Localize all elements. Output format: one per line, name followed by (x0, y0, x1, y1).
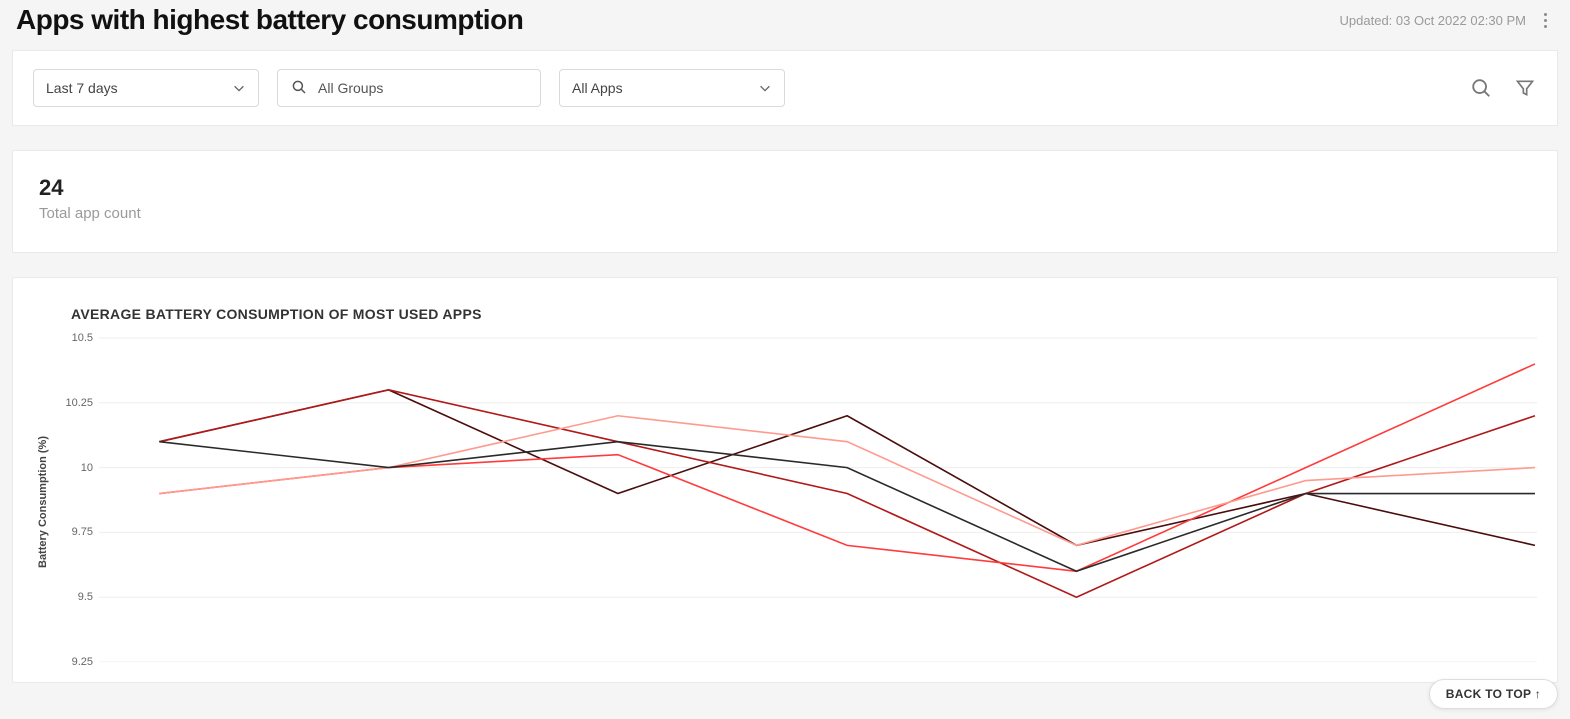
chart-title: AVERAGE BATTERY CONSUMPTION OF MOST USED… (71, 306, 1537, 322)
chart-y-ticks: 10.5 10.25 10 9.75 9.5 9.25 (53, 332, 99, 672)
chart-y-tick: 10.25 (65, 397, 93, 409)
group-search-placeholder: All Groups (318, 80, 383, 96)
chart-y-tick: 10 (81, 462, 93, 474)
page-header: Apps with highest battery consumption Up… (12, 0, 1558, 50)
chart: Battery Consumption (%) 10.5 10.25 10 9.75 9… (33, 332, 1537, 672)
chart-plot-area (99, 332, 1537, 672)
group-search-input[interactable]: All Groups (277, 69, 541, 107)
chevron-down-icon (758, 81, 772, 95)
chart-y-tick: 9.75 (72, 526, 93, 538)
chart-card: AVERAGE BATTERY CONSUMPTION OF MOST USED… (12, 277, 1558, 683)
date-range-value: Last 7 days (46, 80, 118, 96)
kpi-label: Total app count (39, 205, 1531, 222)
more-menu-button[interactable] (1536, 6, 1554, 34)
chart-series-line (159, 442, 1535, 572)
chart-y-tick: 10.5 (72, 332, 93, 344)
filter-card: Last 7 days All Groups All Apps (12, 50, 1558, 126)
kpi-card: 24 Total app count (12, 150, 1558, 253)
filter-button[interactable] (1513, 76, 1537, 100)
chart-y-tick: 9.5 (78, 591, 93, 603)
updated-timestamp: Updated: 03 Oct 2022 02:30 PM (1340, 13, 1526, 28)
chart-y-tick: 9.25 (72, 656, 93, 668)
apps-value: All Apps (572, 80, 623, 96)
kpi-value: 24 (39, 175, 1531, 201)
search-icon (290, 78, 308, 99)
chevron-down-icon (232, 81, 246, 95)
chart-y-axis-label: Battery Consumption (%) (37, 436, 49, 568)
filter-bar: Last 7 days All Groups All Apps (13, 51, 1557, 125)
chart-series-line (159, 416, 1535, 546)
back-to-top-button[interactable]: BACK TO TOP ↑ (1429, 679, 1558, 709)
search-button[interactable] (1469, 76, 1493, 100)
page-title: Apps with highest battery consumption (16, 4, 523, 36)
apps-dropdown[interactable]: All Apps (559, 69, 785, 107)
date-range-dropdown[interactable]: Last 7 days (33, 69, 259, 107)
